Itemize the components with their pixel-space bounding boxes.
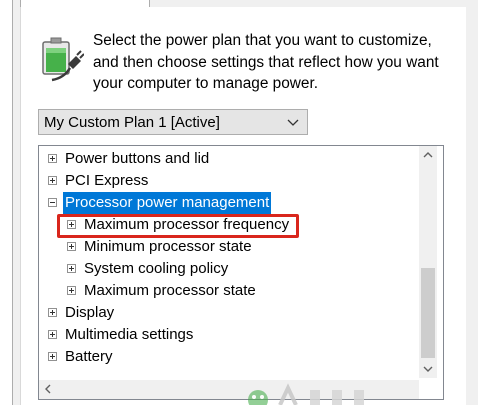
expand-plus-icon[interactable] [48,308,57,317]
chevron-down-icon [287,119,299,126]
scroll-down-arrow-icon[interactable] [419,360,437,378]
power-plan-selected-value: My Custom Plan 1 [Active] [44,114,220,131]
tree-item-label: Multimedia settings [65,326,194,343]
tree-item-label: Maximum processor state [84,282,256,299]
highlight-annotation-box [57,214,299,238]
tree-item-label: Display [65,304,115,321]
vertical-scroll-thumb[interactable] [421,268,435,358]
tree-item-label: Battery [65,348,113,365]
tree-item-label: Power buttons and lid [65,150,210,167]
tree-item-label-selected: Processor power management [63,192,272,214]
window-edge [478,0,483,405]
expand-plus-icon[interactable] [67,264,76,273]
tree-item-label: System cooling policy [84,260,229,277]
vertical-scrollbar[interactable] [419,146,437,378]
battery-plug-icon [42,37,84,82]
expand-plus-icon[interactable] [67,286,76,295]
expand-plus-icon[interactable] [67,242,76,251]
collapse-minus-icon[interactable] [48,198,57,207]
intro-text: Select the power plan that you want to c… [93,32,439,92]
scroll-up-arrow-icon[interactable] [419,146,437,164]
tree-item-label: Minimum processor state [84,238,252,255]
expand-plus-icon[interactable] [48,330,57,339]
watermark-logo [248,383,364,405]
tree-item-label: PCI Express [65,172,149,189]
power-plan-dropdown[interactable]: My Custom Plan 1 [Active] [38,109,308,135]
expand-plus-icon[interactable] [48,352,57,361]
expand-plus-icon[interactable] [48,154,57,163]
expand-plus-icon[interactable] [48,176,57,185]
scroll-left-arrow-icon[interactable] [39,380,57,398]
